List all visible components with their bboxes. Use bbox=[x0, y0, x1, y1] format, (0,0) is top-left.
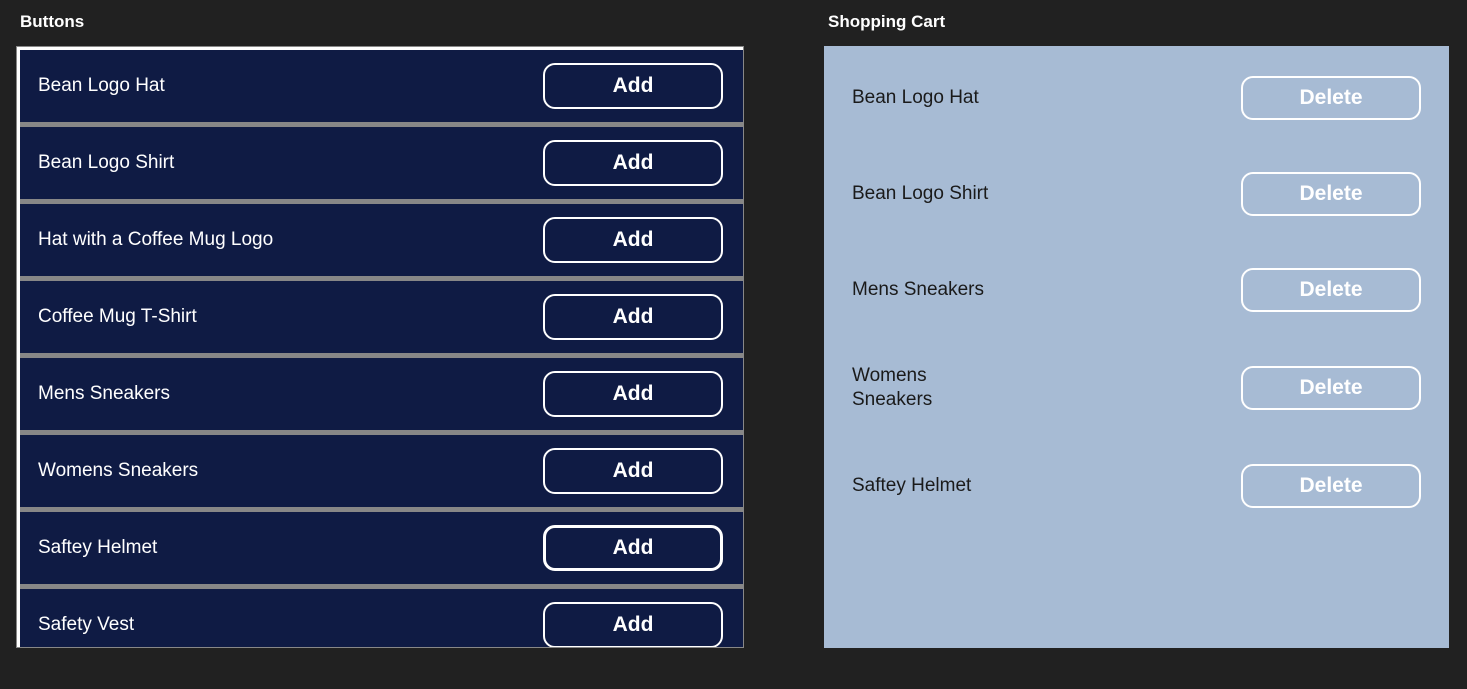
product-row: Saftey Helmet Add bbox=[20, 512, 743, 584]
add-button[interactable]: Add bbox=[543, 63, 723, 109]
delete-button[interactable]: Delete bbox=[1241, 76, 1421, 120]
product-label: Bean Logo Hat bbox=[38, 75, 165, 97]
cart-item-label: Saftey Helmet bbox=[852, 474, 971, 498]
product-row: Hat with a Coffee Mug Logo Add bbox=[20, 204, 743, 276]
delete-button[interactable]: Delete bbox=[1241, 464, 1421, 508]
product-row: Bean Logo Hat Add bbox=[20, 50, 743, 122]
cart-body: Bean Logo Hat Delete Bean Logo Shirt Delete… bbox=[824, 46, 1449, 648]
add-button[interactable]: Add bbox=[543, 602, 723, 648]
cart-panel: Shopping Cart Bean Logo HatDeleteBean Lo… bbox=[824, 12, 1449, 648]
cart-item-label: Womens Sneakers bbox=[852, 364, 1002, 412]
buttons-scroll-area[interactable]: Bean Logo HatAddBean Logo ShirtAddHat wi… bbox=[16, 46, 744, 648]
add-button[interactable]: Add bbox=[543, 371, 723, 417]
product-label: Mens Sneakers bbox=[38, 383, 170, 405]
product-label: Womens Sneakers bbox=[38, 460, 198, 482]
delete-button[interactable]: Delete bbox=[1241, 172, 1421, 216]
cart-item-label: Mens Sneakers bbox=[852, 278, 984, 302]
cart-row: Mens Sneakers Delete bbox=[852, 268, 1421, 312]
product-label: Bean Logo Shirt bbox=[38, 152, 174, 174]
delete-button[interactable]: Delete bbox=[1241, 366, 1421, 410]
product-row: Coffee Mug T-Shirt Add bbox=[20, 281, 743, 353]
cart-panel-title: Shopping Cart bbox=[824, 12, 1449, 32]
add-button[interactable]: Add bbox=[543, 525, 723, 571]
product-row: Mens Sneakers Add bbox=[20, 358, 743, 430]
buttons-panel: Buttons Bean Logo Hat Add Bean Logo Shirt A… bbox=[16, 12, 744, 648]
cart-row: Saftey Helmet Delete bbox=[852, 464, 1421, 508]
add-button[interactable]: Add bbox=[543, 448, 723, 494]
product-row: Womens Sneakers Add bbox=[20, 435, 743, 507]
delete-button[interactable]: Delete bbox=[1241, 268, 1421, 312]
add-button[interactable]: Add bbox=[543, 217, 723, 263]
product-row: Safety Vest Add bbox=[20, 589, 743, 648]
add-button[interactable]: Add bbox=[543, 140, 723, 186]
add-button[interactable]: Add bbox=[543, 294, 723, 340]
product-label: Saftey Helmet bbox=[38, 537, 157, 559]
buttons-panel-title: Buttons bbox=[16, 12, 744, 32]
product-label: Safety Vest bbox=[38, 614, 134, 636]
cart-item-label: Bean Logo Shirt bbox=[852, 182, 988, 206]
product-row: Bean Logo Shirt Add bbox=[20, 127, 743, 199]
cart-row: Bean Logo Shirt Delete bbox=[852, 172, 1421, 216]
product-label: Hat with a Coffee Mug Logo bbox=[38, 229, 273, 251]
cart-item-label: Bean Logo Hat bbox=[852, 86, 979, 110]
cart-row: Womens Sneakers Delete bbox=[852, 364, 1421, 412]
product-label: Coffee Mug T-Shirt bbox=[38, 306, 197, 328]
cart-row: Bean Logo Hat Delete bbox=[852, 76, 1421, 120]
